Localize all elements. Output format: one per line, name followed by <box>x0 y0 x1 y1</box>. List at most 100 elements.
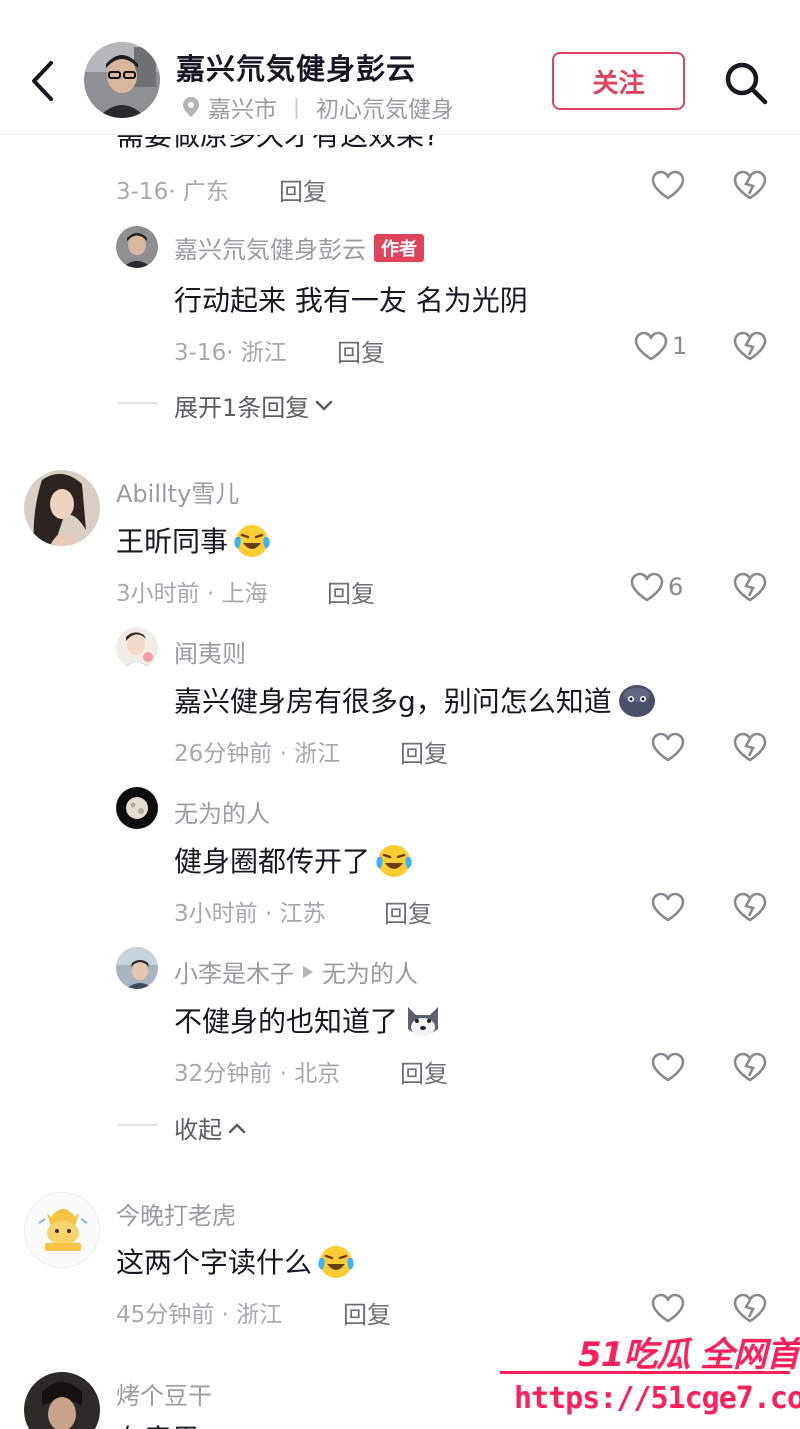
dislike-button[interactable] <box>728 885 772 929</box>
avatar[interactable] <box>116 947 158 989</box>
laugh-cry-emoji-icon <box>234 525 270 557</box>
avatar[interactable] <box>24 470 100 546</box>
reply-button[interactable]: 回复 <box>400 1054 448 1089</box>
commenter-name[interactable]: 小李是木子 无为的人 <box>174 954 418 989</box>
commenter-name[interactable]: 今晚打老虎 <box>116 1196 236 1231</box>
heart-icon <box>651 1293 685 1323</box>
commenter-name-text[interactable]: 嘉兴氘気健身彭云 <box>174 230 366 265</box>
broken-heart-icon <box>733 170 767 200</box>
broken-heart-icon <box>733 892 767 922</box>
location-line: 嘉兴市 丨 初心氘気健身 <box>182 90 454 124</box>
avatar[interactable] <box>24 1192 100 1268</box>
dark-blob-emoji-icon <box>618 685 655 717</box>
comment-text: 健身圈都传开了 <box>174 840 414 880</box>
commenter-name[interactable]: 无为的人 <box>174 794 270 829</box>
like-button[interactable] <box>651 885 711 929</box>
like-button[interactable] <box>651 1045 711 1089</box>
heart-icon <box>651 1052 685 1082</box>
laugh-cry-emoji-icon <box>376 845 412 877</box>
comment-text-content: 王昕同事 <box>116 525 229 558</box>
commenter-name-text[interactable]: 小李是木子 <box>174 954 294 989</box>
location-label[interactable]: 嘉兴市 <box>208 90 277 124</box>
reply-button[interactable]: 回复 <box>384 894 432 929</box>
dislike-button[interactable] <box>728 163 772 207</box>
avatar[interactable] <box>116 787 158 829</box>
heart-icon <box>634 331 668 361</box>
avatar[interactable] <box>84 42 160 118</box>
location-separator: 丨 <box>285 97 308 123</box>
commenter-name[interactable]: Abillty雪儿 <box>116 474 239 509</box>
collapse-replies-button[interactable]: 收起 <box>174 1110 246 1145</box>
like-button[interactable]: 1 <box>634 324 694 368</box>
like-button[interactable] <box>651 1286 711 1330</box>
reply-button[interactable]: 回复 <box>337 333 385 368</box>
like-button[interactable] <box>651 163 711 207</box>
comment-meta: 3-16· 广东 <box>116 179 229 205</box>
play-arrow-icon <box>303 965 313 978</box>
back-button[interactable] <box>22 56 62 106</box>
broken-heart-icon <box>733 331 767 361</box>
reply-to-name[interactable]: 无为的人 <box>322 954 418 989</box>
divider-line <box>118 1124 158 1126</box>
search-button[interactable] <box>718 58 774 108</box>
comment-text-content: 健身圈都传开了 <box>174 845 371 878</box>
expand-replies-label: 展开1条回复 <box>174 394 310 422</box>
heart-icon <box>651 170 685 200</box>
commenter-name[interactable]: 闻夷则 <box>174 634 246 669</box>
like-count: 6 <box>668 573 684 601</box>
husky-emoji-icon <box>408 1007 439 1036</box>
broken-heart-icon <box>733 732 767 762</box>
reply-button[interactable]: 回复 <box>400 734 448 769</box>
reply-button[interactable]: 回复 <box>279 172 327 207</box>
dislike-button[interactable] <box>728 1286 772 1330</box>
comment-meta: 3-16· 浙江 <box>174 340 287 366</box>
chevron-left-icon <box>32 61 53 101</box>
comment-text: 有意思 <box>116 1418 200 1429</box>
commenter-name[interactable]: 嘉兴氘気健身彭云 作者 <box>174 230 424 265</box>
reply-button[interactable]: 回复 <box>343 1295 391 1330</box>
top-bar: 嘉兴氘気健身彭云 嘉兴市 丨 初心氘気健身 关注 <box>0 0 800 135</box>
comment-text-content: 这两个字读什么 <box>116 1246 313 1279</box>
expand-replies-button[interactable]: 展开1条回复 <box>174 388 333 423</box>
chevron-down-icon <box>316 400 333 411</box>
watermark-bar <box>500 1371 790 1374</box>
comment-text: 不健身的也知道了 <box>174 1000 444 1040</box>
broken-heart-icon <box>733 572 767 602</box>
comment-text-content: 嘉兴健身房有很多g，别问怎么知道 <box>174 685 612 718</box>
broken-heart-icon <box>733 1052 767 1082</box>
heart-icon <box>651 892 685 922</box>
dislike-button[interactable] <box>728 324 772 368</box>
follow-button[interactable]: 关注 <box>552 52 685 110</box>
collapse-label: 收起 <box>174 1116 222 1144</box>
comment-text: 嘉兴健身房有很多g，别问怎么知道 <box>174 680 658 720</box>
dislike-button[interactable] <box>728 725 772 769</box>
reply-button[interactable]: 回复 <box>327 574 375 609</box>
dislike-button[interactable] <box>728 1045 772 1089</box>
like-button[interactable]: 6 <box>630 565 690 609</box>
page-title[interactable]: 嘉兴氘気健身彭云 <box>176 46 416 88</box>
comment-meta: 32分钟前 · 北京 <box>174 1061 341 1087</box>
comment-meta: 3小时前 · 上海 <box>116 581 268 607</box>
location-pin-icon <box>183 97 199 117</box>
like-count: 1 <box>672 332 688 360</box>
heart-icon <box>630 572 664 602</box>
comment-text: 这两个字读什么 <box>116 1241 356 1281</box>
divider-line <box>118 402 158 404</box>
watermark-logo: 51吃瓜 全网首发 <box>578 1335 800 1375</box>
comment-meta: 45分钟前 · 浙江 <box>116 1302 283 1328</box>
commenter-name[interactable]: 烤个豆干 <box>116 1376 212 1411</box>
avatar[interactable] <box>116 627 158 669</box>
location-tag[interactable]: 初心氘気健身 <box>316 90 454 124</box>
laugh-cry-emoji-icon <box>318 1246 354 1278</box>
comment-text-content: 不健身的也知道了 <box>174 1005 399 1038</box>
heart-icon <box>651 732 685 762</box>
dislike-button[interactable] <box>728 565 772 609</box>
comment-meta: 3小时前 · 江苏 <box>174 901 326 927</box>
avatar[interactable] <box>24 1372 100 1429</box>
watermark-url[interactable]: https://51cge7.com <box>514 1381 800 1416</box>
comment-meta: 26分钟前 · 浙江 <box>174 741 341 767</box>
watermark: 51吃瓜 全网首发 https://51cge7.com <box>500 1325 800 1429</box>
comment-text: 行动起来 我有一友 名为光阴 <box>174 284 528 317</box>
avatar[interactable] <box>116 226 158 268</box>
like-button[interactable] <box>651 725 711 769</box>
